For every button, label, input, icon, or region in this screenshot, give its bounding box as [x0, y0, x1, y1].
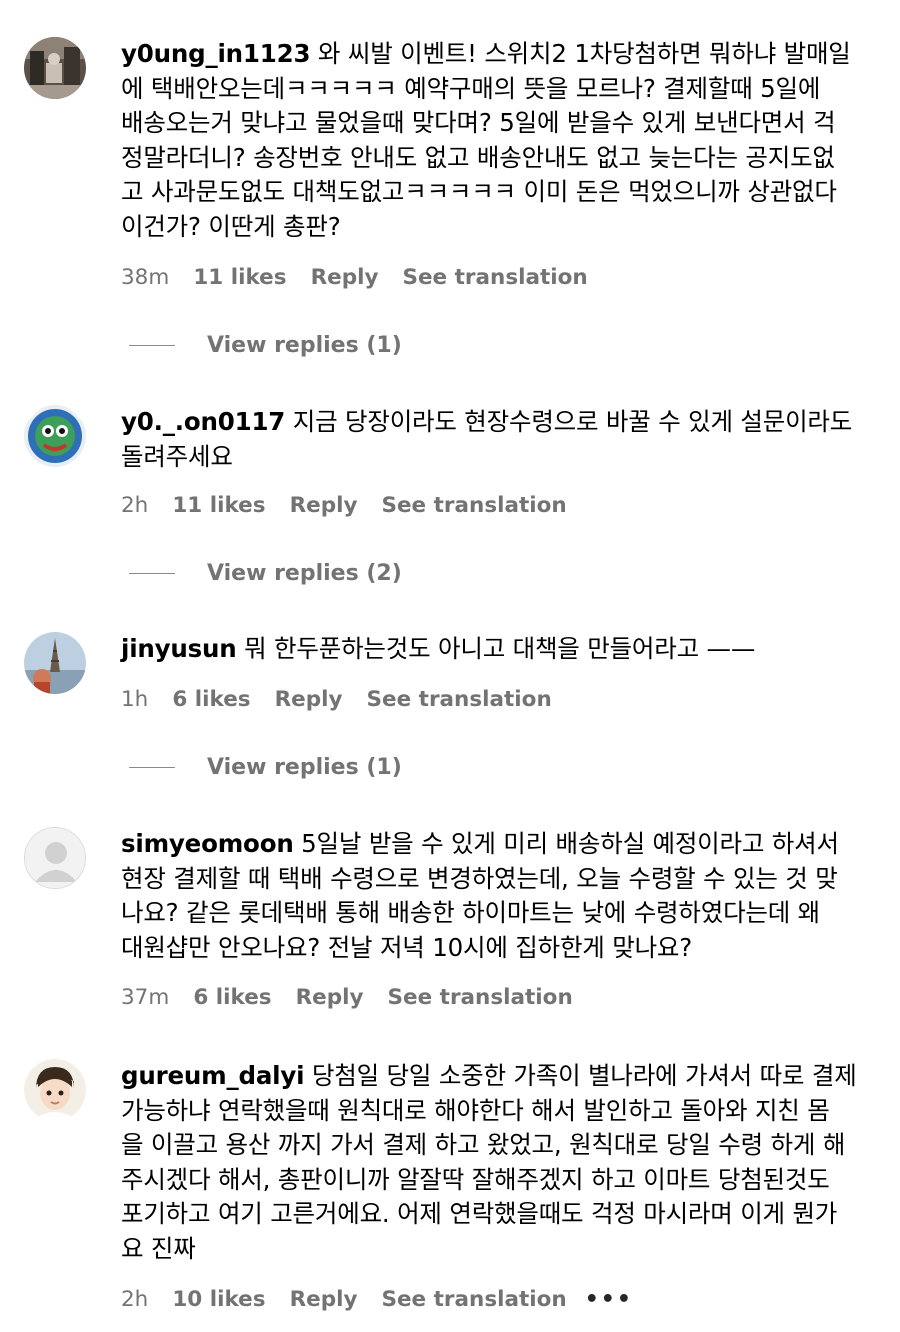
- user-avatar-photo-icon[interactable]: [24, 405, 86, 467]
- divider-line: [129, 572, 175, 574]
- see-translation-button[interactable]: See translation: [388, 985, 573, 1010]
- divider-line: [129, 344, 175, 346]
- comment-meta: 2h 11 likes Reply See translation: [121, 490, 591, 520]
- see-translation-button[interactable]: See translation: [381, 493, 566, 518]
- comment-text: 와 씨발 이벤트! 스위치2 1차당첨하면 뭐하냐 발매일 에 택배안오는데ㅋㅋ…: [121, 39, 851, 241]
- comment-meta: 38m 11 likes Reply See translation: [121, 262, 612, 292]
- comment-body: jinyusun 뭐 한두푼하는것도 아니고 대책을 만들어라고 ——: [121, 632, 881, 667]
- user-avatar-photo-icon[interactable]: [24, 37, 86, 99]
- view-replies-button[interactable]: View replies (2): [129, 558, 402, 588]
- comment-time: 2h: [121, 1286, 149, 1312]
- comment-meta: 37m 6 likes Reply See translation: [121, 982, 597, 1012]
- reply-button[interactable]: Reply: [311, 265, 379, 290]
- comment-body: y0._.on0117 지금 당장이라도 현장수령으로 바꿀 수 있게 설문이라…: [121, 405, 881, 474]
- comment-time: 37m: [121, 984, 170, 1010]
- comment-body: simyeomoon 5일날 받을 수 있게 미리 배송하실 예정이라고 하셔서…: [121, 827, 881, 965]
- comment-time: 1h: [121, 686, 149, 712]
- reply-button[interactable]: Reply: [290, 493, 358, 518]
- reply-button[interactable]: Reply: [275, 687, 343, 712]
- view-replies-label: View replies (2): [207, 560, 402, 586]
- see-translation-button[interactable]: See translation: [402, 265, 587, 290]
- username-link[interactable]: gureum_dalyi: [121, 1061, 305, 1090]
- default-person-avatar-icon[interactable]: [24, 827, 86, 889]
- likes-count[interactable]: 10 likes: [172, 1287, 265, 1312]
- view-replies-button[interactable]: View replies (1): [129, 330, 402, 360]
- reply-button[interactable]: Reply: [290, 1287, 358, 1312]
- likes-count[interactable]: 11 likes: [193, 265, 286, 290]
- reply-button[interactable]: Reply: [296, 985, 364, 1010]
- view-replies-label: View replies (1): [207, 332, 402, 358]
- likes-count[interactable]: 6 likes: [193, 985, 271, 1010]
- see-translation-button[interactable]: See translation: [381, 1287, 566, 1312]
- view-replies-label: View replies (1): [207, 754, 402, 780]
- comment-time: 38m: [121, 264, 170, 290]
- view-replies-button[interactable]: View replies (1): [129, 752, 402, 782]
- username-link[interactable]: y0._.on0117: [121, 407, 285, 436]
- comment-text: 뭐 한두푼하는것도 아니고 대책을 만들어라고 ——: [244, 634, 756, 663]
- see-translation-button[interactable]: See translation: [367, 687, 552, 712]
- username-link[interactable]: simyeomoon: [121, 829, 294, 858]
- username-link[interactable]: y0ung_in1123: [121, 39, 311, 68]
- more-options-icon[interactable]: •••: [585, 1287, 633, 1312]
- comment-meta: 1h 6 likes Reply See translation: [121, 684, 576, 714]
- comment-time: 2h: [121, 492, 149, 518]
- likes-count[interactable]: 6 likes: [172, 687, 250, 712]
- user-avatar-photo-icon[interactable]: [24, 632, 86, 694]
- comment-meta: 2h 10 likes Reply See translation •••: [121, 1284, 633, 1314]
- comment-text: 당첨일 당일 소중한 가족이 별나라에 가셔서 따로 결제 가능하냐 연락했을때…: [121, 1061, 857, 1263]
- likes-count[interactable]: 11 likes: [172, 493, 265, 518]
- user-avatar-photo-icon[interactable]: [24, 1059, 86, 1121]
- comment-body: gureum_dalyi 당첨일 당일 소중한 가족이 별나라에 가셔서 따로 …: [121, 1059, 881, 1266]
- username-link[interactable]: jinyusun: [121, 634, 237, 663]
- divider-line: [129, 766, 175, 768]
- comment-body: y0ung_in1123 와 씨발 이벤트! 스위치2 1차당첨하면 뭐하냐 발…: [121, 37, 881, 244]
